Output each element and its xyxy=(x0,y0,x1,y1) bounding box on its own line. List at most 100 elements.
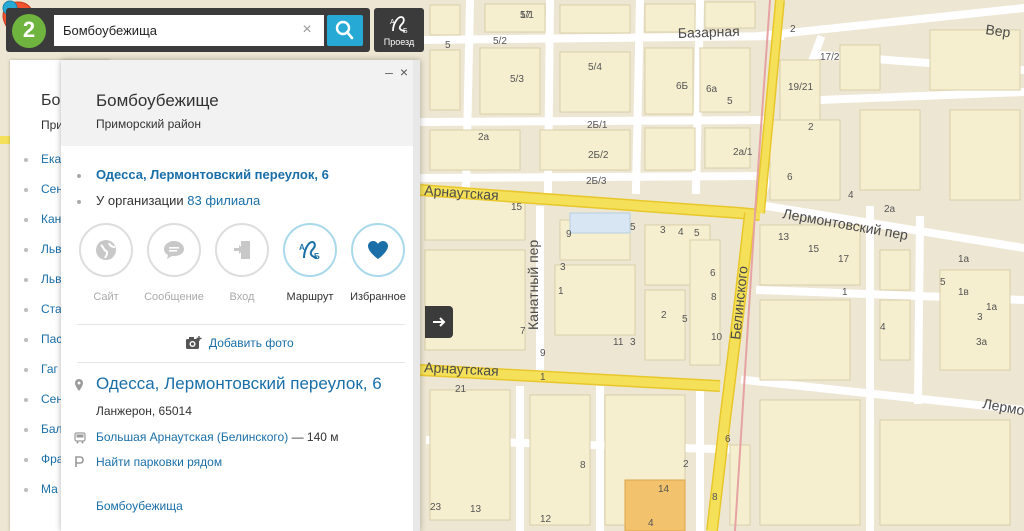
clear-search-icon[interactable]: × xyxy=(299,22,315,38)
site-button[interactable] xyxy=(79,223,133,277)
nearest-stop: Большая Арнаутская (Белинского) — 140 м xyxy=(96,430,339,444)
bullet-icon xyxy=(24,188,28,192)
building-number: 6 xyxy=(710,268,716,279)
building-number: 6 xyxy=(787,172,793,183)
arrow-right-icon xyxy=(433,317,446,327)
building-number: 15 xyxy=(808,244,820,255)
favorite-button[interactable] xyxy=(351,223,405,277)
building-number: 6Б xyxy=(676,81,689,92)
result-list-item[interactable]: Сен xyxy=(41,182,63,196)
result-list-item[interactable]: Гаг xyxy=(41,362,58,376)
branches-link[interactable]: 83 филиала xyxy=(187,193,260,208)
result-list-item[interactable]: Ста xyxy=(41,302,62,316)
stop-link[interactable]: Большая Арнаутская (Белинского) xyxy=(96,430,288,444)
bullet-icon xyxy=(24,158,28,162)
building-number: 2Б/3 xyxy=(586,176,607,187)
action-message[interactable]: Сообщение xyxy=(144,223,204,303)
building-number: 1а xyxy=(958,254,970,265)
message-button[interactable] xyxy=(147,223,201,277)
result-list-item[interactable]: Ека xyxy=(41,152,61,166)
result-list-item[interactable]: Льв xyxy=(41,272,62,286)
bullet-icon xyxy=(24,428,28,432)
building-number: 1а xyxy=(986,302,998,313)
result-list-item[interactable]: Пас xyxy=(41,332,62,346)
building-number: 2 xyxy=(683,459,689,470)
building-number: 3 xyxy=(560,262,566,273)
collapse-panel-button[interactable] xyxy=(425,306,453,338)
action-favorite[interactable]: Избранное xyxy=(350,223,406,303)
result-list-item[interactable]: Сен xyxy=(41,392,63,406)
route-card-button[interactable]: A Б xyxy=(283,223,337,277)
building-number: 19/21 xyxy=(788,82,813,93)
bullet-icon xyxy=(24,278,28,282)
building-number: 4 xyxy=(880,322,886,333)
divider xyxy=(77,362,405,363)
bullet-icon xyxy=(77,174,81,178)
route-icon: A Б xyxy=(299,240,320,261)
address-link[interactable]: Одесса, Лермонтовский переулок, 6 xyxy=(96,167,329,182)
minimize-button[interactable]: – xyxy=(383,65,395,79)
pin-icon xyxy=(75,379,83,391)
street-label-bazarnaya: Базарная xyxy=(678,23,740,41)
entrance-button[interactable] xyxy=(215,223,269,277)
building-number: 1 xyxy=(842,287,848,298)
building-number: 5 xyxy=(694,228,700,239)
street-label-kanatny: Канатный пер xyxy=(525,240,541,330)
building-number: 9 xyxy=(566,229,572,240)
building-number: 5/2 xyxy=(493,36,507,47)
bullet-icon xyxy=(24,458,28,462)
result-list-item[interactable]: Льв xyxy=(41,242,62,256)
bullet-icon xyxy=(24,218,28,222)
action-label-favorite: Избранное xyxy=(350,291,406,303)
building-number: 17 xyxy=(520,10,532,21)
building-number: 2Б/1 xyxy=(587,120,608,131)
full-address: Одесса, Лермонтовский переулок, 6 xyxy=(96,374,382,393)
app-logo[interactable]: 2 xyxy=(12,14,46,48)
building-number: 5 xyxy=(630,222,636,233)
entrance-icon xyxy=(234,241,250,259)
add-photo-label: Добавить фото xyxy=(209,336,294,350)
building-number: 3 xyxy=(977,312,983,323)
logo-text: 2 xyxy=(22,17,36,42)
find-parking-link[interactable]: Найти парковки рядом xyxy=(96,455,222,469)
action-site[interactable]: Сайт xyxy=(79,223,133,303)
building-number: 9 xyxy=(540,348,546,359)
result-list-item[interactable]: Бал xyxy=(41,422,63,436)
card-title: Бомбоубежище xyxy=(96,91,219,110)
bullet-icon xyxy=(24,488,28,492)
building-number: 3а xyxy=(976,337,988,348)
search-icon xyxy=(335,20,354,40)
building-number: 5/4 xyxy=(588,62,602,73)
bullet-icon xyxy=(24,338,28,342)
building-number: 2 xyxy=(661,310,667,321)
card-subtitle: Приморский район xyxy=(96,117,201,131)
stop-distance: — 140 м xyxy=(291,430,339,444)
close-button[interactable]: × xyxy=(397,65,411,79)
action-entrance[interactable]: Вход xyxy=(215,223,269,303)
building-number: 4 xyxy=(678,227,684,238)
action-route[interactable]: A Б Маршрут xyxy=(283,223,337,303)
building-number: 1 xyxy=(558,286,564,297)
rubric-link[interactable]: Бомбоубежища xyxy=(96,499,183,513)
organization-info: У организации 83 филиала xyxy=(96,193,260,208)
district-postcode: Ланжерон, 65014 xyxy=(96,404,192,418)
bullet-icon xyxy=(24,368,28,372)
building-number: 2а xyxy=(884,204,896,215)
building-number: 8 xyxy=(711,292,717,303)
building-number: 10 xyxy=(711,332,723,343)
route-button[interactable]: A Б Проезд xyxy=(374,8,424,52)
building-number: 6 xyxy=(725,434,731,445)
bullet-icon xyxy=(24,248,28,252)
result-list-item[interactable]: Кан xyxy=(41,212,61,226)
parking-icon xyxy=(75,456,84,467)
building-number: 23 xyxy=(430,502,442,513)
building-number: 6а xyxy=(706,84,718,95)
search-bar: 2 × xyxy=(6,8,370,52)
building-number: 4 xyxy=(648,518,654,529)
search-button[interactable] xyxy=(327,15,363,46)
search-input[interactable] xyxy=(54,15,324,46)
bullet-icon xyxy=(24,398,28,402)
scrollbar[interactable] xyxy=(413,60,420,531)
result-list-item[interactable]: Ма xyxy=(41,482,58,496)
street-label-lermo: Лермо xyxy=(981,395,1024,418)
